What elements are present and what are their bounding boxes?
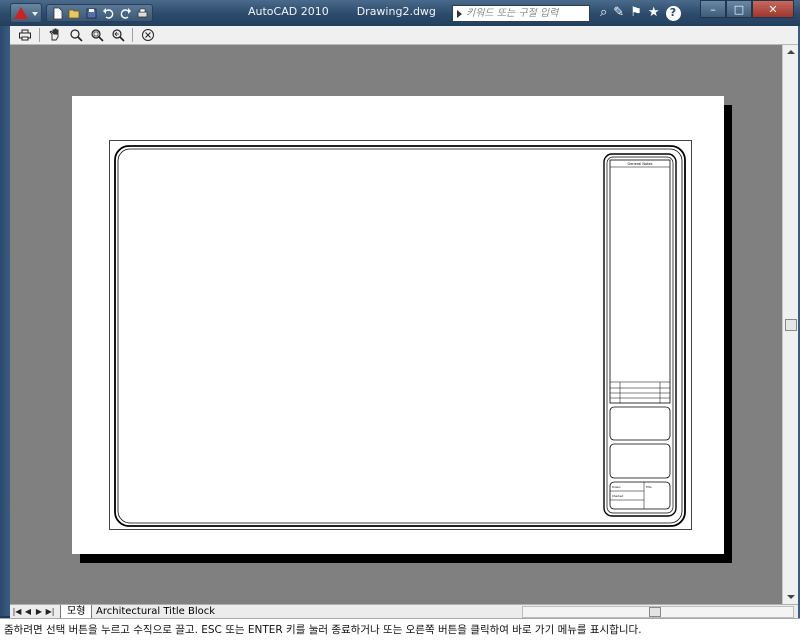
dropdown-arrow-icon [32,12,38,16]
tab-model[interactable]: 모형 [60,605,93,619]
prev-tab-icon[interactable]: ◀ [23,606,33,617]
open-icon[interactable] [67,7,81,20]
toolbar-separator [132,28,133,42]
plot-icon[interactable] [16,27,33,44]
command-line[interactable]: 줌하려면 선택 버튼을 누르고 수직으로 끌고. ESC 또는 ENTER 키를… [0,618,800,641]
drawn-label: Drawn [612,485,621,489]
preview-toolbar [10,26,798,45]
application-menu-button[interactable] [10,3,42,23]
save-icon[interactable] [84,7,98,20]
plot-icon[interactable] [135,7,149,20]
infocenter-icons: ⌕ ✎ ⚑ ★ ? [600,5,681,21]
redo-icon[interactable] [118,7,132,20]
scroll-up-icon[interactable] [787,50,795,54]
minimize-button[interactable]: – [700,0,726,18]
new-icon[interactable] [50,7,64,20]
maximize-button[interactable]: □ [726,0,752,18]
horizontal-scroll-thumb[interactable] [649,607,661,617]
zoom-window-icon[interactable] [88,27,105,44]
quick-access-toolbar [46,4,153,22]
next-tab-icon[interactable]: ▶ [34,606,44,617]
tools-icon[interactable]: ✎ [613,5,624,21]
title-bar: AutoCAD 2010 Drawing2.dwg ⌕ ✎ ⚑ ★ ? – □ … [0,0,800,26]
help-icon[interactable]: ? [665,5,681,21]
vertical-scrollbar[interactable] [782,45,798,604]
search-input[interactable] [466,8,586,19]
close-preview-icon[interactable] [139,27,156,44]
layout-tabs-bar: |◀ ◀ ▶ ▶| 모형 Architectural Title Block [10,604,798,619]
binoculars-icon[interactable]: ⌕ [600,5,607,21]
undo-icon[interactable] [101,7,115,20]
zoom-previous-icon[interactable] [109,27,126,44]
first-tab-icon[interactable]: |◀ [12,606,22,617]
vertical-scroll-thumb[interactable] [785,319,797,331]
infocenter-search [452,5,590,22]
last-tab-icon[interactable]: ▶| [45,606,55,617]
close-button[interactable]: ✕ [752,0,794,18]
title-block-drawing: General Notes Drawn Checked Title [114,145,686,527]
checked-label: Checked [612,494,623,498]
expand-arrow-icon[interactable] [457,9,462,18]
paper-sheet: General Notes Drawn Checked Title [72,96,724,554]
title-label: Title [646,485,652,489]
printable-area: General Notes Drawn Checked Title [109,140,692,530]
general-notes-label: General Notes [627,162,652,166]
zoom-realtime-icon[interactable] [67,27,84,44]
command-prompt-text: 줌하려면 선택 버튼을 누르고 수직으로 끌고. ESC 또는 ENTER 키를… [4,624,642,636]
tab-architectural-title-block[interactable]: Architectural Title Block [90,605,221,619]
window-title: AutoCAD 2010 Drawing2.dwg [248,5,436,18]
star-icon[interactable]: ★ [648,5,660,21]
tab-navigation: |◀ ◀ ▶ ▶| [12,606,55,617]
window-controls: – □ ✕ [700,0,794,18]
sign-in-icon[interactable]: ⚑ [630,5,642,21]
window-frame [0,26,10,616]
toolbar-separator [39,28,40,42]
horizontal-scrollbar[interactable] [522,606,794,618]
autocad-logo-icon [14,7,28,19]
scroll-down-icon[interactable] [787,595,795,599]
pan-icon[interactable] [46,27,63,44]
